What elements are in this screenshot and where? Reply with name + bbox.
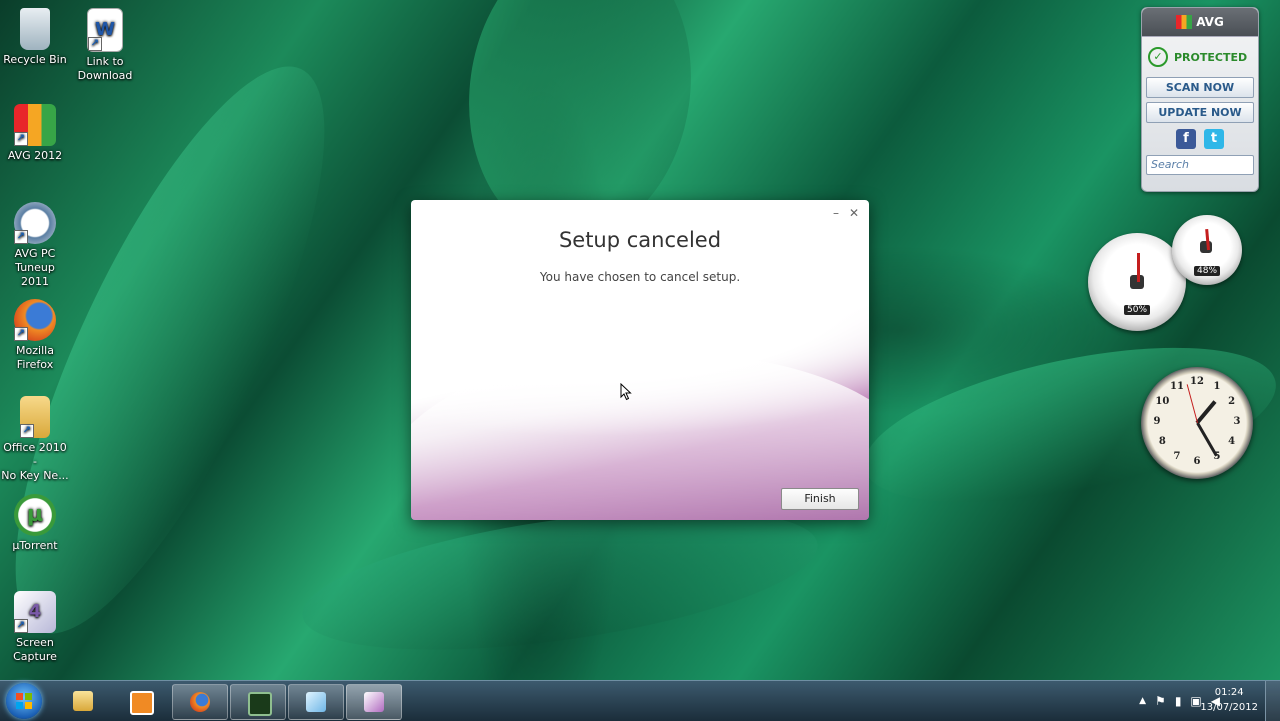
utorrent-icon: µ xyxy=(14,494,56,536)
desktop-icon-avg-tuneup[interactable]: ↗ AVG PC Tuneup 2011 xyxy=(0,202,70,289)
avg-search-input[interactable]: Search xyxy=(1146,155,1254,175)
avg-status-text: PROTECTED xyxy=(1174,50,1248,64)
desktop-icon-label: Office 2010 - No Key Ne... xyxy=(1,441,69,482)
clock-numeral: 5 xyxy=(1213,450,1221,462)
taskbar-date: 13/07/2012 xyxy=(1200,702,1258,713)
shortcut-arrow-icon: ↗ xyxy=(20,424,34,438)
clock-numeral: 3 xyxy=(1233,416,1241,427)
show-hidden-icons-button[interactable]: ▲ xyxy=(1139,696,1146,706)
screen-capture-icon: 4 ↗ xyxy=(14,591,56,633)
avg-gadget-header: AVG xyxy=(1142,8,1258,37)
avg-icon: ↗ xyxy=(14,104,56,146)
firefox-icon: ↗ xyxy=(14,299,56,341)
desktop-icon-screen-capture[interactable]: 4 ↗ Screen Capture xyxy=(0,591,70,664)
clock-numeral: 1 xyxy=(1213,381,1221,393)
folder-icon: ↗ xyxy=(20,396,50,438)
minimize-button[interactable]: – xyxy=(833,206,839,220)
taskbar-time: 01:24 xyxy=(1214,687,1244,698)
twitter-icon[interactable]: t xyxy=(1204,129,1224,149)
avg-gadget: AVG ✓ PROTECTED SCAN NOW UPDATE NOW f t … xyxy=(1141,7,1259,192)
cpu-meter-needle xyxy=(1137,252,1140,282)
avg-tuneup-icon: ↗ xyxy=(14,202,56,244)
shortcut-arrow-icon: ↗ xyxy=(14,132,28,146)
desktop-icon-label: AVG 2012 xyxy=(7,149,63,162)
checkmark-icon: ✓ xyxy=(1148,47,1168,67)
desktop-icon-link-to-download[interactable]: W ↗ Link to Download xyxy=(70,8,140,83)
taskbar-screen-capture[interactable] xyxy=(346,684,402,720)
desktop-icon-avg-2012[interactable]: ↗ AVG 2012 xyxy=(0,104,70,163)
memory-meter-needle xyxy=(1205,228,1210,251)
desktop-icon-label: AVG PC Tuneup 2011 xyxy=(14,247,56,288)
desktop-icon-label: Screen Capture xyxy=(13,636,57,663)
avg-status: ✓ PROTECTED xyxy=(1142,37,1258,73)
battery-icon[interactable]: ▮ xyxy=(1175,694,1182,708)
clock-numeral: 10 xyxy=(1155,396,1170,407)
shortcut-arrow-icon: ↗ xyxy=(14,327,28,341)
clock-numeral: 6 xyxy=(1193,456,1201,467)
screen-capture-icon xyxy=(364,692,384,712)
update-now-button[interactable]: UPDATE NOW xyxy=(1146,102,1254,123)
clock-numeral: 2 xyxy=(1228,396,1236,407)
start-button[interactable] xyxy=(6,683,42,719)
memory-meter-gadget: 48% xyxy=(1172,215,1242,285)
desktop-icon-label: Link to Download xyxy=(77,55,133,82)
desktop-icon-label: µTorrent xyxy=(12,539,58,552)
clock-gadget: 12 1 2 3 4 5 6 7 8 9 10 11 xyxy=(1141,367,1253,479)
cpu-percent: 50% xyxy=(1124,305,1151,315)
taskbar-explorer[interactable] xyxy=(56,684,110,718)
desktop-icon-office-2010[interactable]: ↗ Office 2010 - No Key Ne... xyxy=(0,396,70,483)
office-setup-icon xyxy=(306,692,326,712)
explorer-folder-icon xyxy=(73,691,93,711)
taskbar-clock[interactable]: 01:24 13/07/2012 xyxy=(1200,685,1258,715)
dialog-message: You have chosen to cancel setup. xyxy=(539,270,741,284)
facebook-icon[interactable]: f xyxy=(1176,129,1196,149)
clock-numeral: 12 xyxy=(1190,376,1204,387)
desktop-icon-label: Recycle Bin xyxy=(3,53,67,66)
taskbar-task-manager[interactable] xyxy=(230,684,286,720)
task-manager-icon xyxy=(248,692,272,716)
avg-logo-icon xyxy=(1176,15,1193,29)
action-center-flag-icon[interactable]: ⚑ xyxy=(1155,694,1166,708)
clock-numeral: 8 xyxy=(1158,436,1166,447)
media-player-icon xyxy=(130,691,154,715)
taskbar-office-setup[interactable] xyxy=(288,684,344,720)
taskbar: ▲ ⚑ ▮ ▣ ◀ 01:24 13/07/2012 xyxy=(0,680,1280,721)
clock-numeral: 9 xyxy=(1153,416,1161,427)
second-hand xyxy=(1186,384,1198,424)
close-button[interactable]: ✕ xyxy=(849,206,859,220)
clock-numeral: 11 xyxy=(1170,381,1184,393)
shortcut-arrow-icon: ↗ xyxy=(88,37,102,51)
avg-brand: AVG xyxy=(1196,15,1224,29)
shortcut-arrow-icon: ↗ xyxy=(14,619,28,633)
firefox-icon xyxy=(190,692,210,712)
show-desktop-button[interactable] xyxy=(1265,681,1280,721)
desktop-icon-recycle-bin[interactable]: Recycle Bin xyxy=(0,8,70,67)
shortcut-arrow-icon: ↗ xyxy=(14,230,28,244)
setup-canceled-dialog: – ✕ Setup canceled You have chosen to ca… xyxy=(411,200,869,520)
clock-numeral: 7 xyxy=(1173,450,1181,462)
recycle-bin-icon xyxy=(20,8,50,50)
taskbar-firefox[interactable] xyxy=(172,684,228,720)
hour-hand xyxy=(1195,400,1217,425)
windows-logo-icon xyxy=(16,693,32,709)
clock-numeral: 4 xyxy=(1228,436,1236,447)
mouse-cursor-icon xyxy=(620,383,632,401)
memory-percent: 48% xyxy=(1194,266,1221,276)
desktop-icon-utorrent[interactable]: µ µTorrent xyxy=(0,494,70,553)
finish-button[interactable]: Finish xyxy=(781,488,859,510)
word-document-icon: W ↗ xyxy=(87,8,123,52)
taskbar-media-player[interactable] xyxy=(113,684,167,718)
desktop-icon-firefox[interactable]: ↗ Mozilla Firefox xyxy=(0,299,70,372)
scan-now-button[interactable]: SCAN NOW xyxy=(1146,77,1254,98)
desktop-icon-label: Mozilla Firefox xyxy=(16,344,54,371)
dialog-title: Setup canceled xyxy=(558,228,722,252)
avg-social-links: f t xyxy=(1142,129,1258,149)
